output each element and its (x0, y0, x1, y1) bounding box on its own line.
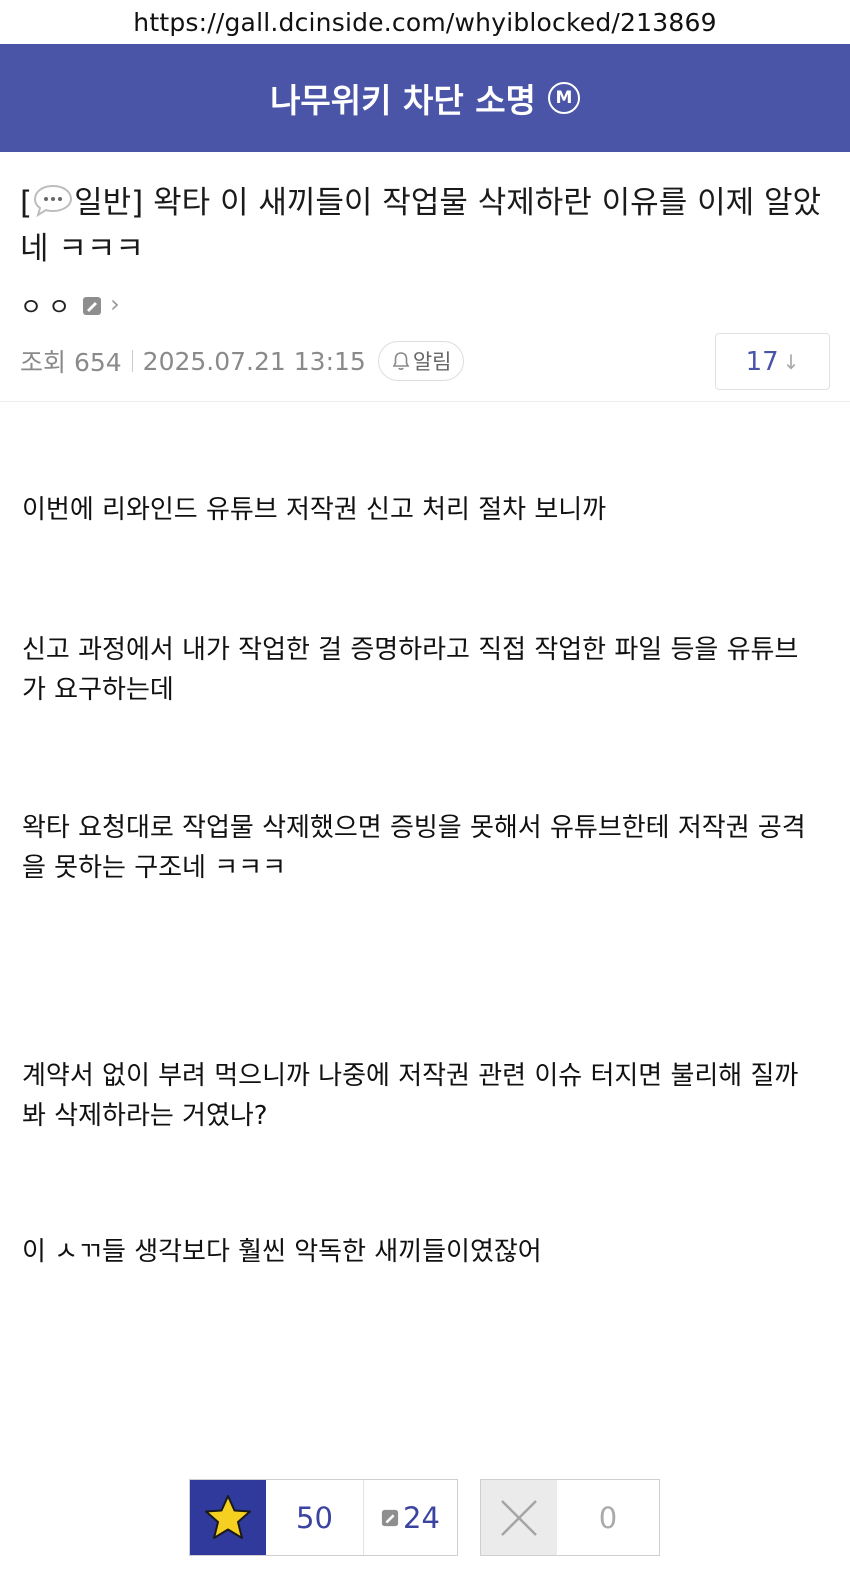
post-meta: 조회 654 2025.07.21 13:15 알림 (20, 340, 465, 382)
gallery-header[interactable]: 나무위키 차단 소명 M (0, 44, 850, 152)
alarm-button[interactable]: 알림 (377, 341, 465, 381)
x-icon (501, 1499, 537, 1536)
speech-bubble-icon (32, 183, 74, 218)
fixed-recommend-count-group: 24 (364, 1480, 457, 1555)
view-count: 조회 654 (20, 348, 122, 377)
post-paragraph: 신고 과정에서 내가 작업한 걸 증명하라고 직접 작업한 파일 등을 유튜브가… (22, 635, 799, 705)
recommend-button[interactable] (190, 1480, 266, 1555)
meta-separator (131, 350, 133, 372)
post-paragraph: 계약서 없이 부려 먹으니까 나중에 저작권 관련 이슈 터지면 불리해 질까봐… (22, 1061, 799, 1131)
chevron-right-icon[interactable]: › (110, 290, 120, 318)
comment-count: 17 (745, 346, 779, 377)
header-divider (0, 401, 850, 402)
url-bar[interactable]: https://gall.dcinside.com/whyiblocked/21… (0, 0, 850, 44)
post-paragraph: 이 ㅅㄲ들 생각보다 훨씬 악독한 새끼들이였잖어 (22, 1237, 542, 1267)
fixed-nick-icon (381, 1509, 399, 1526)
fixed-nick-icon (82, 294, 102, 315)
title-bracket: [ (20, 185, 33, 221)
star-icon (205, 1494, 251, 1539)
author-nickname[interactable]: ㅇㅇ (20, 287, 76, 322)
recommend-count: 50 (266, 1480, 364, 1555)
author-row[interactable]: ㅇㅇ › (20, 287, 120, 322)
post-paragraph: 이번에 리와인드 유튜브 저작권 신고 처리 절차 보니까 (22, 495, 607, 525)
url-text: https://gall.dcinside.com/whyiblocked/21… (133, 7, 717, 37)
post-category: 일반] (74, 185, 144, 221)
post-title: [일반] 왁타 이 새끼들이 작업물 삭제하란 이유를 이제 알았네 ㅋㅋㅋ (20, 180, 830, 272)
gallery-title: 나무위키 차단 소명 (270, 81, 536, 120)
not-recommend-box: 0 (480, 1479, 660, 1556)
comment-count-button[interactable]: 17 ↓ (715, 333, 830, 390)
minor-gallery-badge: M (547, 82, 580, 114)
not-recommend-count: 0 (598, 1500, 618, 1535)
recommend-box: 50 24 (189, 1479, 458, 1556)
post-paragraph: 왁타 요청대로 작업물 삭제했으면 증빙을 못해서 유튜브한테 저작권 공격을 … (22, 813, 806, 883)
bell-icon (392, 352, 410, 370)
fixed-recommend-count: 24 (403, 1500, 440, 1535)
post-date: 2025.07.21 13:15 (142, 346, 366, 376)
alarm-label: 알림 (412, 350, 452, 374)
not-recommend-button[interactable] (481, 1480, 557, 1555)
arrow-down-icon: ↓ (782, 349, 800, 374)
